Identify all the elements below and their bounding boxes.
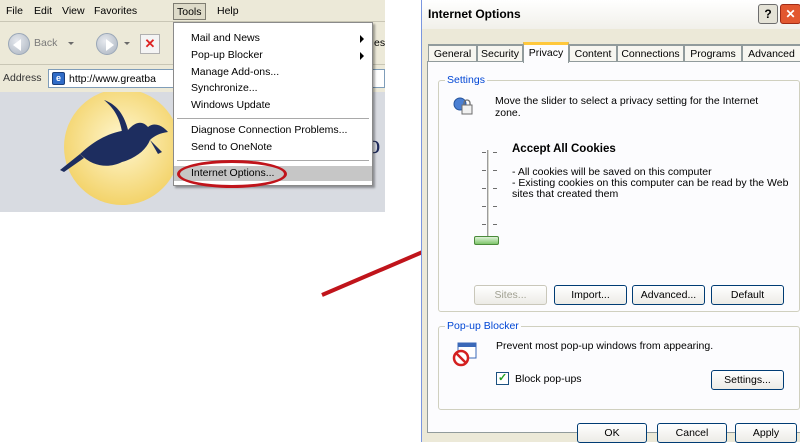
tab-general[interactable]: General bbox=[428, 44, 477, 62]
block-popups-checkbox[interactable]: ✓ bbox=[496, 372, 509, 385]
popup-blocker-icon bbox=[452, 342, 477, 367]
tab-programs[interactable]: Programs bbox=[684, 44, 742, 62]
slider-tick bbox=[493, 152, 497, 153]
privacy-globe-icon bbox=[453, 97, 473, 115]
tab-content[interactable]: Content bbox=[569, 44, 617, 62]
tab-connections[interactable]: Connections bbox=[617, 44, 684, 62]
popup-blocker-legend: Pop-up Blocker bbox=[447, 320, 519, 332]
slider-tick bbox=[493, 170, 497, 171]
cancel-button[interactable]: Cancel bbox=[657, 423, 727, 443]
dialog-title: Internet Options bbox=[428, 7, 521, 21]
privacy-slider-track[interactable] bbox=[487, 150, 490, 245]
slider-tick bbox=[482, 152, 486, 153]
privacy-slider-thumb[interactable] bbox=[474, 236, 499, 245]
privacy-description: Move the slider to select a privacy sett… bbox=[495, 95, 759, 119]
import-button[interactable]: Import... bbox=[554, 285, 627, 305]
apply-button[interactable]: Apply bbox=[735, 423, 797, 443]
help-button[interactable]: ? bbox=[758, 4, 778, 24]
advanced-button[interactable]: Advanced... bbox=[632, 285, 705, 305]
slider-tick bbox=[482, 170, 486, 171]
settings-legend: Settings bbox=[447, 74, 485, 86]
level-line: - Existing cookies on this computer can … bbox=[512, 177, 789, 200]
tab-advanced[interactable]: Advanced bbox=[742, 44, 800, 62]
sites-button[interactable]: Sites... bbox=[474, 285, 547, 305]
slider-tick bbox=[493, 188, 497, 189]
internet-options-dialog: Internet Options ? ✕ General Security Pr… bbox=[421, 0, 800, 443]
checkmark-icon: ✓ bbox=[498, 372, 508, 384]
slider-tick bbox=[493, 206, 497, 207]
popup-settings-button[interactable]: Settings... bbox=[711, 370, 784, 390]
slider-tick bbox=[482, 206, 486, 207]
tab-privacy[interactable]: Privacy bbox=[523, 42, 569, 63]
dialog-titlebar: Internet Options ? ✕ bbox=[422, 0, 800, 29]
popup-blocker-description: Prevent most pop-up windows from appeari… bbox=[496, 340, 714, 352]
privacy-level-description: - All cookies will be saved on this comp… bbox=[512, 167, 792, 200]
close-button[interactable]: ✕ bbox=[780, 4, 800, 24]
default-button[interactable]: Default bbox=[711, 285, 784, 305]
slider-tick bbox=[482, 188, 486, 189]
close-icon: ✕ bbox=[785, 7, 796, 21]
block-popups-label: Block pop-ups bbox=[515, 373, 582, 385]
slider-tick bbox=[482, 224, 486, 225]
popup-blocker-groupbox: Pop-up Blocker bbox=[438, 320, 800, 410]
slider-tick bbox=[493, 224, 497, 225]
tab-security[interactable]: Security bbox=[477, 44, 523, 62]
privacy-level-title: Accept All Cookies bbox=[512, 143, 616, 155]
tab-strip: General Security Privacy Content Connect… bbox=[422, 42, 800, 63]
ok-button[interactable]: OK bbox=[577, 423, 647, 443]
